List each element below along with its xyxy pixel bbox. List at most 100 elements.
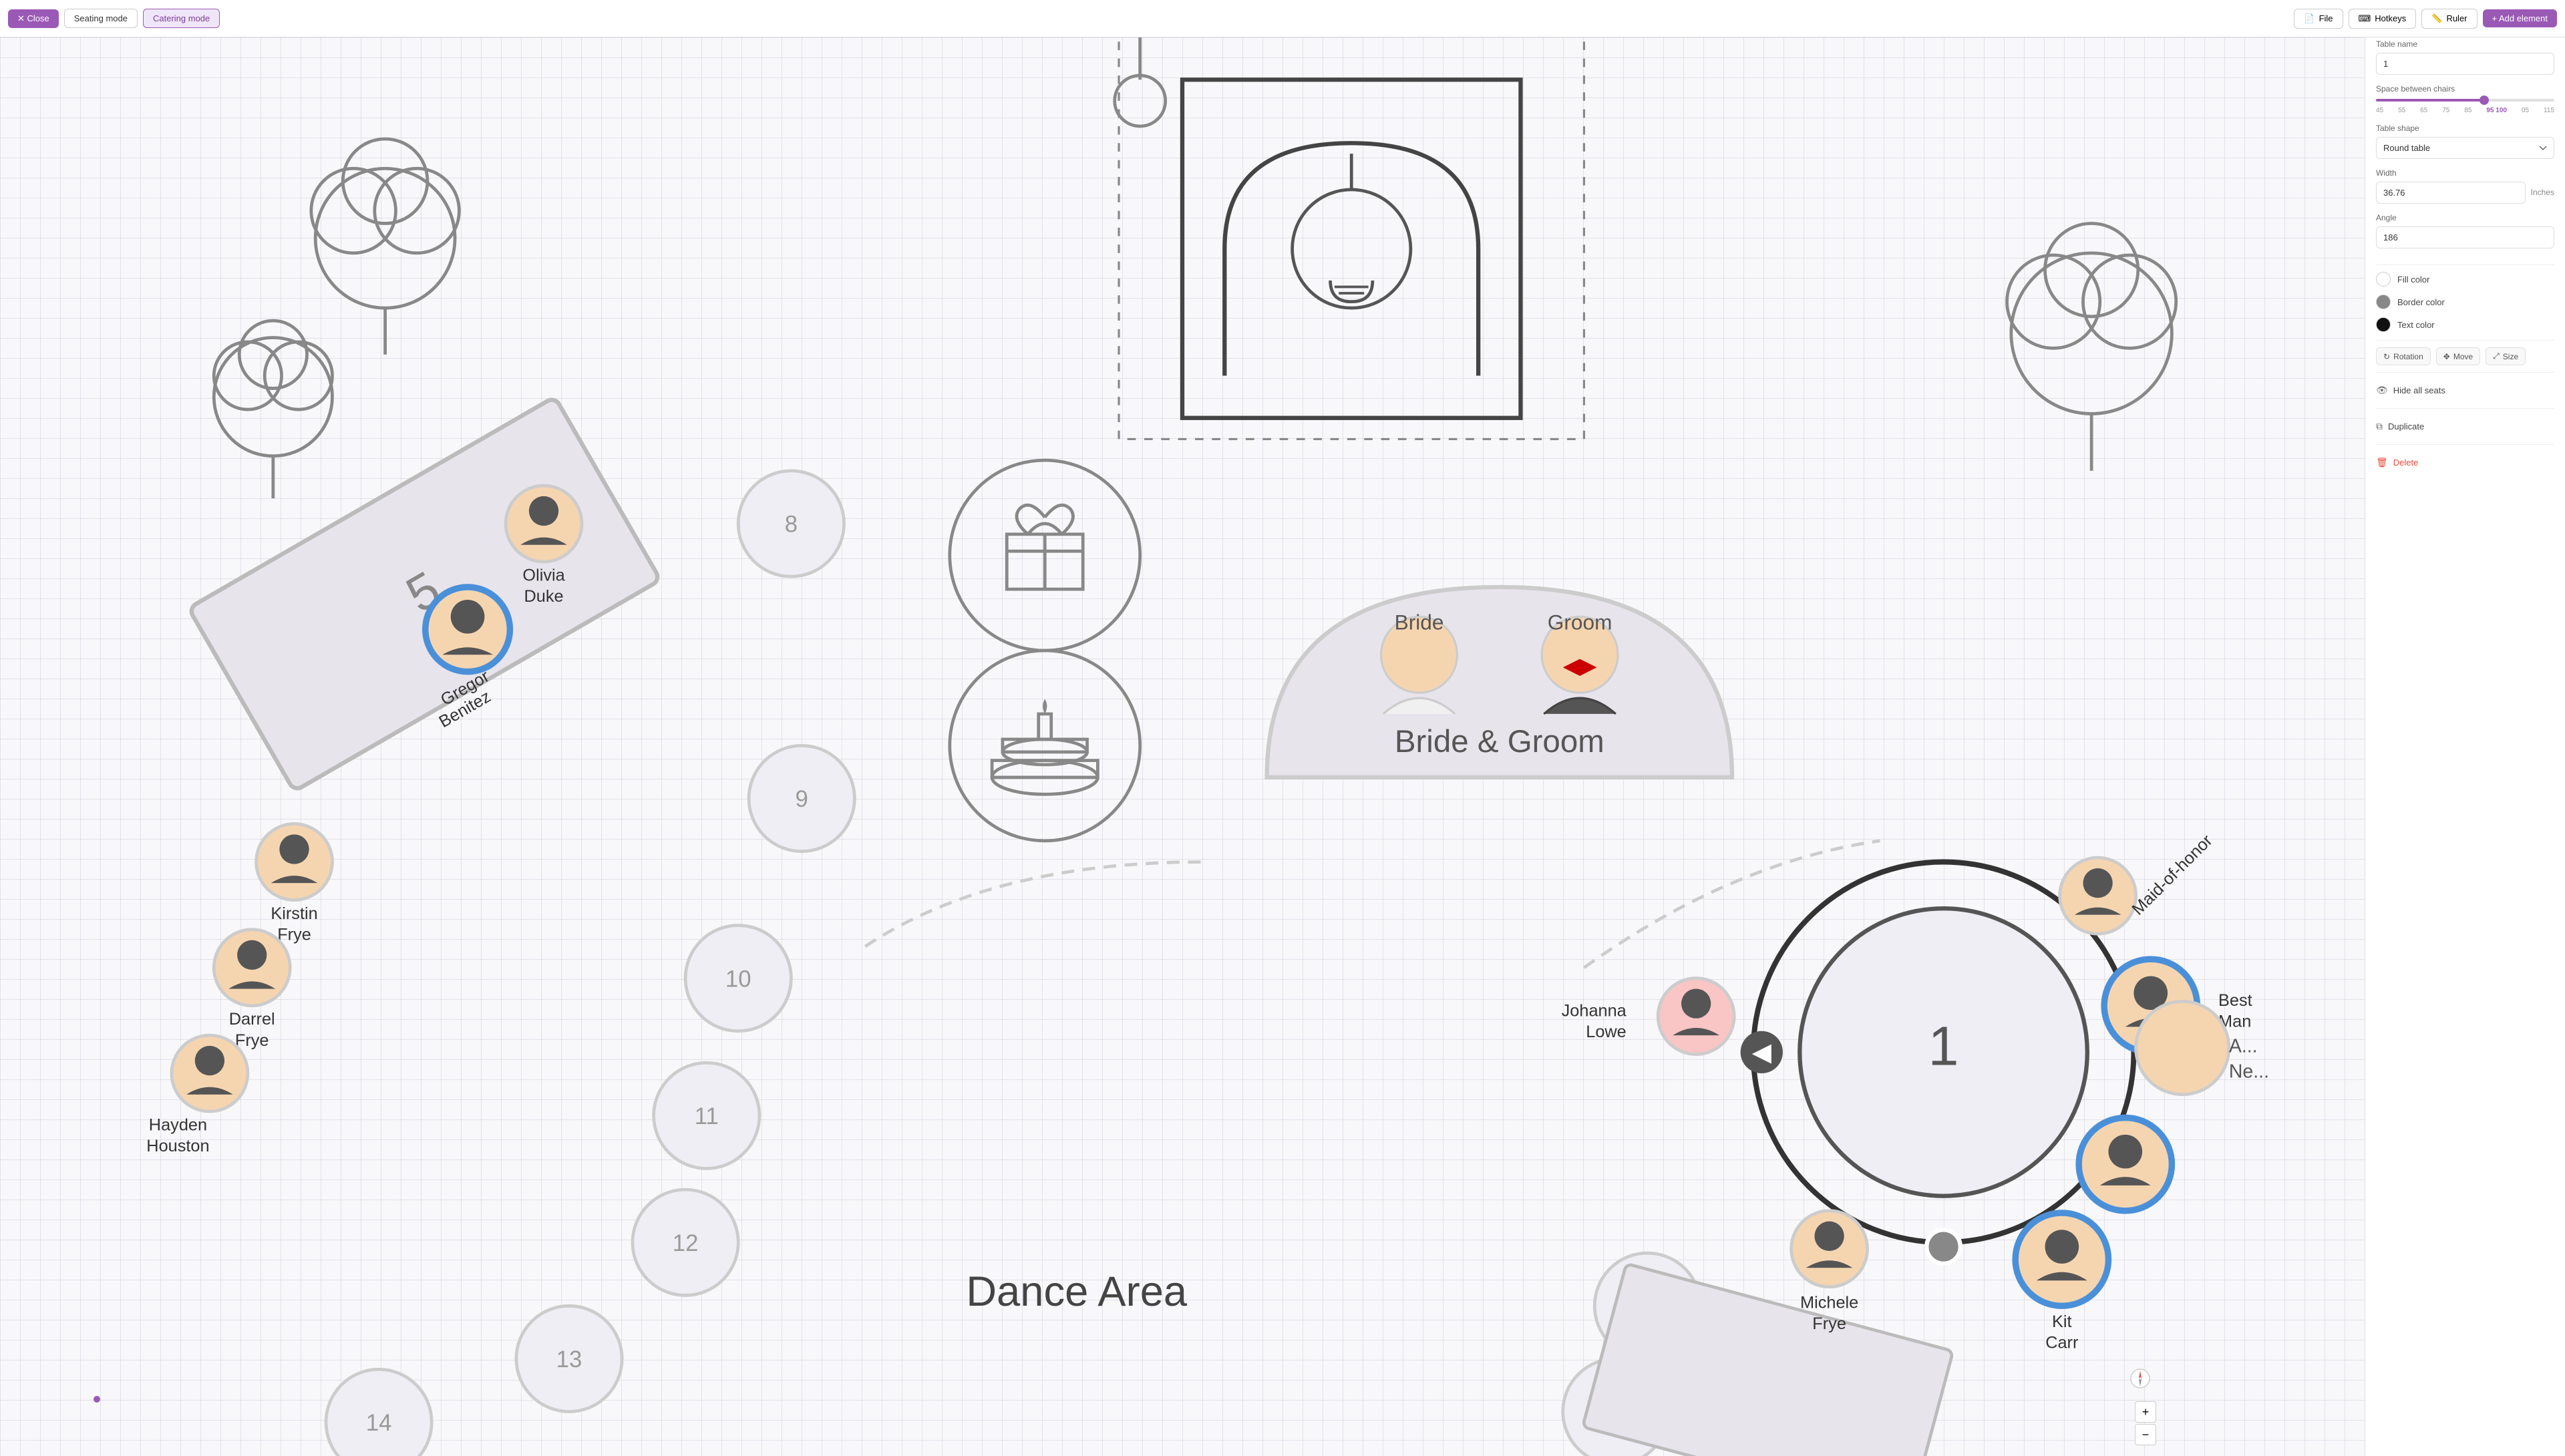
width-input[interactable]: [2376, 182, 2526, 204]
border-color-swatch[interactable]: [2376, 295, 2391, 309]
ruler-button[interactable]: 📏 Ruler: [2421, 9, 2477, 29]
gift-icon: [950, 460, 1140, 651]
add-element-button[interactable]: + Add element: [2483, 9, 2557, 27]
duplicate-label: Duplicate: [2388, 421, 2424, 431]
divider-1: [2376, 264, 2554, 265]
text-color-row[interactable]: Text color: [2376, 317, 2554, 332]
move-button[interactable]: ✥ Move: [2436, 347, 2480, 365]
canvas-svg: Bride & Groom Bride Groom 5 Gregor Benit…: [0, 37, 2365, 1456]
zoom-controls: + −: [2135, 1401, 2156, 1445]
file-icon: 📄: [2304, 13, 2315, 24]
space-label: Space between chairs: [2376, 84, 2554, 94]
svg-text:Bride & Groom: Bride & Groom: [1395, 724, 1604, 759]
delete-row[interactable]: 🗑 Delete: [2376, 451, 2554, 474]
canvas-area[interactable]: Bride & Groom Bride Groom 5 Gregor Benit…: [0, 37, 2365, 1456]
rotation-icon: ↻: [2383, 352, 2390, 361]
slider-thumb[interactable]: [2480, 96, 2489, 105]
svg-text:Groom: Groom: [1548, 610, 1612, 634]
space-between-chairs-slider: Space between chairs 45 55 65 75 85 95 1…: [2376, 84, 2554, 114]
svg-text:Frye: Frye: [277, 926, 311, 944]
svg-text:Bride: Bride: [1395, 610, 1444, 634]
svg-text:Ne...: Ne...: [2229, 1061, 2269, 1082]
cake-icon: [950, 651, 1140, 841]
fill-color-label: Fill color: [2397, 275, 2429, 285]
ruler-icon: 📏: [2431, 13, 2442, 24]
person-kirstin: Kirstin Frye: [256, 824, 333, 944]
svg-text:13: 13: [556, 1346, 582, 1373]
table-name-input[interactable]: [2376, 53, 2554, 75]
table-shape-label: Table shape: [2376, 124, 2554, 133]
divider-3: [2376, 372, 2554, 373]
border-color-row[interactable]: Border color: [2376, 295, 2554, 309]
table-bottom-right: [1582, 1264, 1953, 1456]
svg-text:Frye: Frye: [235, 1031, 269, 1050]
delete-icon: 🗑: [2376, 457, 2388, 468]
svg-text:A...: A...: [2229, 1035, 2258, 1057]
hide-seats-icon: 👁: [2376, 385, 2388, 396]
text-color-swatch[interactable]: [2376, 317, 2391, 332]
tree-1: [214, 321, 332, 498]
hotkeys-button[interactable]: ⌨ Hotkeys: [2349, 9, 2417, 29]
slider-fill: [2376, 99, 2483, 102]
svg-text:1: 1: [1928, 1015, 1959, 1077]
size-icon: ⤢: [2493, 351, 2500, 361]
divider-2: [2376, 340, 2554, 341]
text-color-label: Text color: [2397, 320, 2435, 330]
table-shape-select[interactable]: Round table Rectangular table Square tab…: [2376, 137, 2554, 159]
slider-track[interactable]: [2376, 99, 2554, 102]
svg-text:Hayden: Hayden: [149, 1116, 207, 1135]
svg-text:Houston: Houston: [146, 1137, 209, 1155]
slider-labels: 45 55 65 75 85 95 100 05 115: [2376, 107, 2554, 114]
svg-text:Frye: Frye: [1812, 1314, 1846, 1333]
svg-text:9: 9: [796, 786, 808, 812]
svg-text:Best: Best: [2218, 991, 2252, 1010]
svg-text:Kirstin: Kirstin: [271, 904, 317, 923]
width-label: Width: [2376, 168, 2554, 178]
angle-label: Angle: [2376, 213, 2554, 222]
hotkeys-icon: ⌨: [2359, 13, 2371, 24]
svg-text:Michele: Michele: [1800, 1293, 1858, 1312]
fill-color-row[interactable]: Fill color: [2376, 272, 2554, 287]
move-icon: ✥: [2443, 352, 2450, 361]
close-button[interactable]: ✕ Close: [8, 9, 59, 28]
svg-text:10: 10: [725, 966, 751, 992]
angle-input[interactable]: [2376, 226, 2554, 248]
person-darrel: Darrel Frye: [214, 930, 290, 1050]
zoom-in-button[interactable]: +: [2135, 1401, 2156, 1423]
compass-icon[interactable]: [2129, 1368, 2151, 1389]
fill-color-swatch[interactable]: [2376, 272, 2391, 287]
delete-label: Delete: [2393, 458, 2419, 468]
duplicate-icon: ⧉: [2376, 421, 2383, 432]
svg-text:12: 12: [673, 1230, 699, 1256]
zoom-out-button[interactable]: −: [2135, 1424, 2156, 1445]
tree-2: [311, 139, 460, 355]
bride-groom-table: Bride & Groom Bride Groom: [1267, 587, 1732, 777]
tree-top-right: [2007, 224, 2176, 471]
border-color-label: Border color: [2397, 297, 2445, 307]
move-label: Move: [2453, 352, 2473, 361]
toolbar-right: 📄 File ⌨ Hotkeys 📏 Ruler + Add element: [2294, 9, 2557, 29]
svg-text:14: 14: [366, 1410, 392, 1436]
hide-seats-label: Hide all seats: [2393, 385, 2445, 395]
size-button[interactable]: ⤢ Size: [2486, 347, 2526, 365]
duplicate-row[interactable]: ⧉ Duplicate: [2376, 415, 2554, 437]
width-unit: Inches: [2531, 188, 2554, 204]
person-hayden: Hayden Houston: [146, 1035, 248, 1155]
rotation-button[interactable]: ↻ Rotation: [2376, 347, 2431, 365]
toolbar: ✕ Close Seating mode Catering mode 📄 Fil…: [0, 0, 2565, 37]
divider-4: [2376, 408, 2554, 409]
seating-mode-button[interactable]: Seating mode: [64, 9, 138, 28]
arch: [1119, 37, 1584, 439]
svg-text:Duke: Duke: [524, 587, 563, 606]
svg-text:Darrel: Darrel: [229, 1010, 275, 1029]
catering-mode-button[interactable]: Catering mode: [143, 9, 220, 28]
svg-text:11: 11: [695, 1103, 719, 1129]
svg-text:Lowe: Lowe: [1586, 1023, 1627, 1041]
svg-text:Kit: Kit: [2052, 1312, 2072, 1331]
hide-seats-row[interactable]: 👁 Hide all seats: [2376, 379, 2554, 401]
svg-text:Johanna: Johanna: [1562, 1002, 1627, 1021]
file-button[interactable]: 📄 File: [2294, 9, 2343, 29]
table-name-label: Table name: [2376, 39, 2554, 49]
tool-buttons: ↻ Rotation ✥ Move ⤢ Size: [2376, 347, 2554, 365]
width-row: Inches: [2376, 182, 2554, 204]
